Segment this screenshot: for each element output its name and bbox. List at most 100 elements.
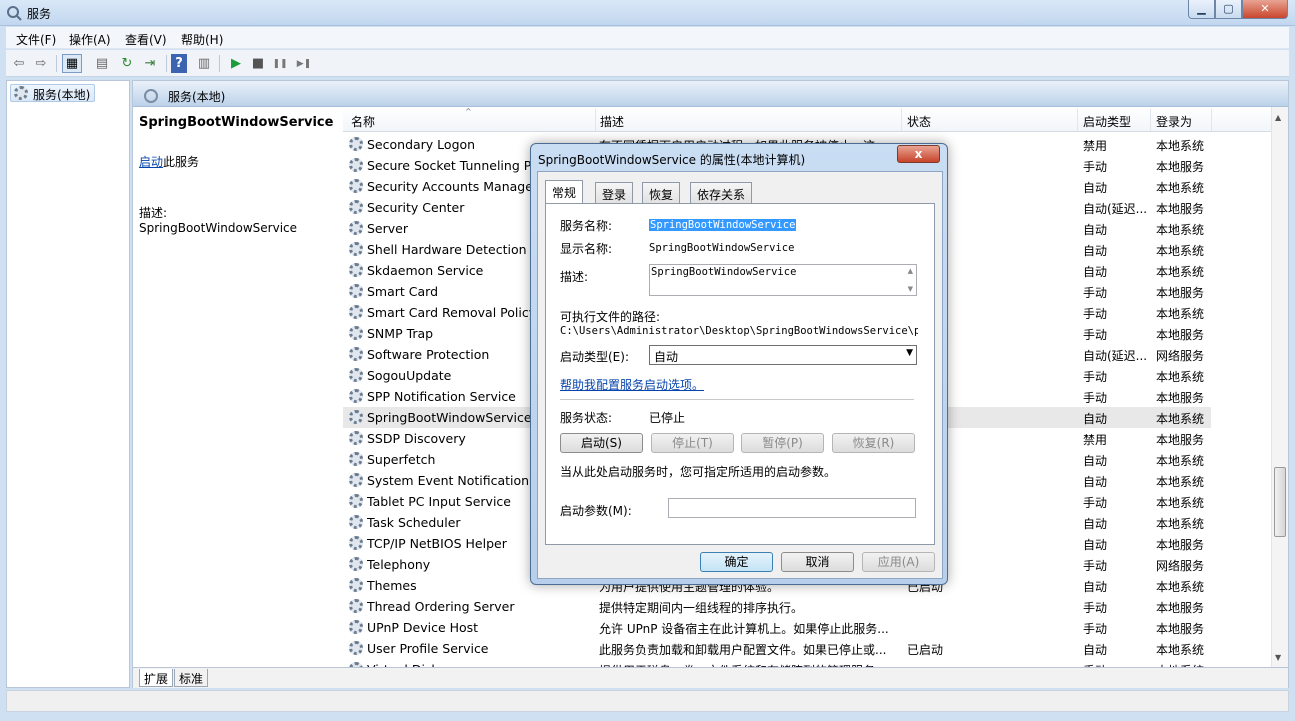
service-name-value[interactable]: SpringBootWindowService	[649, 219, 797, 231]
table-row[interactable]: UPnP Device Host 允许 UPnP 设备宿主在此计算机上。如果停止此…	[343, 617, 1211, 638]
service-logon-cell: 本地系统	[1156, 223, 1205, 237]
gear-icon	[349, 368, 363, 382]
service-name-cell: SNMP Trap	[367, 326, 434, 341]
service-startup-cell: 自动(延迟...	[1083, 202, 1148, 216]
service-startup-cell: 手动	[1083, 559, 1108, 573]
column-header-name[interactable]: 名称	[351, 113, 375, 130]
pause-button[interactable]: 暂停(P)	[741, 433, 824, 453]
service-name-cell: Security Center	[367, 200, 465, 215]
menu-view[interactable]: 查看(V)	[125, 31, 167, 48]
service-startup-cell: 自动	[1083, 223, 1108, 237]
pause-icon[interactable]: ❚❚	[270, 54, 290, 73]
vertical-scrollbar[interactable]: ▲ ▼	[1271, 107, 1288, 667]
service-logon-cell: 本地系统	[1156, 181, 1205, 195]
start-button[interactable]: 启动(S)	[560, 433, 643, 453]
service-name-cell: Software Protection	[367, 347, 490, 362]
tab-recovery[interactable]: 恢复	[642, 182, 681, 203]
refresh-icon[interactable]: ↻	[117, 54, 137, 73]
service-name-cell: TCP/IP NetBIOS Helper	[367, 536, 507, 551]
dialog-close-button[interactable]: x	[897, 145, 940, 163]
minimize-button[interactable]: ▁	[1188, 0, 1215, 19]
back-icon[interactable]: ⇦	[9, 54, 29, 73]
service-name-cell: SogouUpdate	[367, 368, 452, 383]
service-startup-cell: 手动	[1083, 328, 1108, 342]
start-params-label: 启动参数(M):	[560, 504, 632, 518]
apply-button[interactable]: 应用(A)	[862, 552, 935, 572]
gear-icon	[349, 599, 363, 613]
properties-icon[interactable]: ▤	[92, 54, 112, 73]
service-name-cell: Thread Ordering Server	[367, 599, 515, 614]
gear-icon	[349, 641, 363, 655]
column-header-status[interactable]: 状态	[907, 113, 931, 130]
column-header-logon[interactable]: 登录为	[1156, 113, 1192, 130]
scroll-up-icon[interactable]: ▲	[908, 267, 913, 275]
console-tree: 服务(本地)	[6, 80, 130, 688]
start-params-input[interactable]	[668, 498, 916, 518]
gear-icon	[349, 431, 363, 445]
forward-icon[interactable]: ⇨	[31, 54, 51, 73]
service-startup-cell: 禁用	[1083, 433, 1108, 447]
export-icon[interactable]: ⇥	[140, 54, 160, 73]
gear-icon	[349, 284, 363, 298]
title-bar: 服务	[0, 0, 1295, 26]
gear-icon	[349, 200, 363, 214]
scrollbar-thumb[interactable]	[1274, 467, 1286, 537]
service-name-cell: Server	[367, 221, 408, 236]
chevron-down-icon: ▼	[906, 348, 913, 358]
gear-icon	[349, 158, 363, 172]
scroll-down-icon[interactable]: ▼	[908, 285, 913, 293]
service-logon-cell: 本地系统	[1156, 244, 1205, 258]
help-icon[interactable]: ?	[171, 54, 187, 73]
resume-icon[interactable]: ▶❚	[294, 54, 314, 73]
ok-button[interactable]: 确定	[700, 552, 773, 572]
tab-general[interactable]: 常规	[545, 180, 584, 204]
stop-button[interactable]: 停止(T)	[651, 433, 734, 453]
services-app-icon	[6, 5, 22, 21]
properties-dialog: SpringBootWindowService 的属性(本地计算机) x 常规 …	[530, 143, 948, 585]
tree-node-label: 服务(本地)	[33, 88, 91, 102]
startup-type-value: 自动	[654, 350, 679, 364]
tree-node-services-local[interactable]: 服务(本地)	[10, 84, 96, 102]
service-startup-cell: 手动	[1083, 496, 1108, 510]
start-service-link[interactable]: 启动	[139, 153, 163, 170]
help-configure-link[interactable]: 帮助我配置服务启动选项。	[560, 376, 704, 393]
gear-icon	[349, 473, 363, 487]
scroll-up-icon[interactable]: ▲	[1275, 113, 1281, 122]
service-name-cell: Secure Socket Tunneling Protocol Service	[367, 158, 547, 173]
tab-dependencies[interactable]: 依存关系	[690, 182, 753, 203]
tab-standard[interactable]: 标准	[174, 669, 209, 687]
play-icon[interactable]: ▶	[226, 54, 246, 73]
service-desc-cell: 允许 UPnP 设备宿主在此计算机上。如果停止此服务...	[599, 622, 889, 636]
service-name-cell: Superfetch	[367, 452, 436, 467]
stop-icon[interactable]: ■	[248, 54, 268, 73]
gear-icon	[349, 326, 363, 340]
menu-help[interactable]: 帮助(H)	[181, 31, 223, 48]
startup-type-select[interactable]: 自动 ▼	[649, 345, 917, 365]
tab-logon[interactable]: 登录	[595, 182, 634, 203]
menu-action[interactable]: 操作(A)	[69, 31, 111, 48]
view-icon[interactable]: ▥	[194, 54, 214, 73]
column-header-description[interactable]: 描述	[600, 113, 624, 130]
service-logon-cell: 本地服务	[1156, 160, 1205, 174]
pane-header: 服务(本地)	[133, 81, 1288, 107]
cancel-button[interactable]: 取消	[781, 552, 854, 572]
close-button[interactable]: ✕	[1242, 0, 1288, 19]
resume-button[interactable]: 恢复(R)	[832, 433, 915, 453]
menu-file[interactable]: 文件(F)	[16, 31, 56, 48]
maximize-button[interactable]: ▢	[1215, 0, 1242, 19]
table-row[interactable]: Virtual Disk提供用于磁盘、卷、文件系统和存储阵列的管理服务。手动本地…	[343, 659, 1211, 667]
service-desc-cell: 此服务负责加载和卸载用户配置文件。如果已停止或...	[599, 643, 887, 657]
service-startup-cell: 自动	[1083, 517, 1108, 531]
executable-path-value[interactable]: C:\Users\Administrator\Desktop\SpringBoo…	[560, 325, 918, 337]
description-field[interactable]: SpringBootWindowService ▲ ▼	[649, 264, 917, 296]
column-header-startup-type[interactable]: 启动类型	[1083, 113, 1131, 130]
toolbar: ⇦ ⇨ ▦ ▤ ↻ ⇥ ? ▥ ▶ ■ ❚❚ ▶❚	[6, 50, 1289, 77]
table-row[interactable]: User Profile Service 此服务负责加载和卸载用户配置文件。如果已…	[343, 638, 1211, 659]
display-name-value[interactable]: SpringBootWindowService	[649, 242, 794, 254]
tab-extended[interactable]: 扩展	[139, 669, 174, 687]
scroll-down-icon[interactable]: ▼	[1275, 653, 1281, 662]
service-logon-cell: 本地服务	[1156, 328, 1205, 342]
service-name-cell: Security Accounts Manager	[367, 179, 539, 194]
table-row[interactable]: Thread Ordering Server 提供特定期间内一组线程的排序执行。 手…	[343, 596, 1211, 617]
console-tree-icon[interactable]: ▦	[62, 54, 82, 73]
